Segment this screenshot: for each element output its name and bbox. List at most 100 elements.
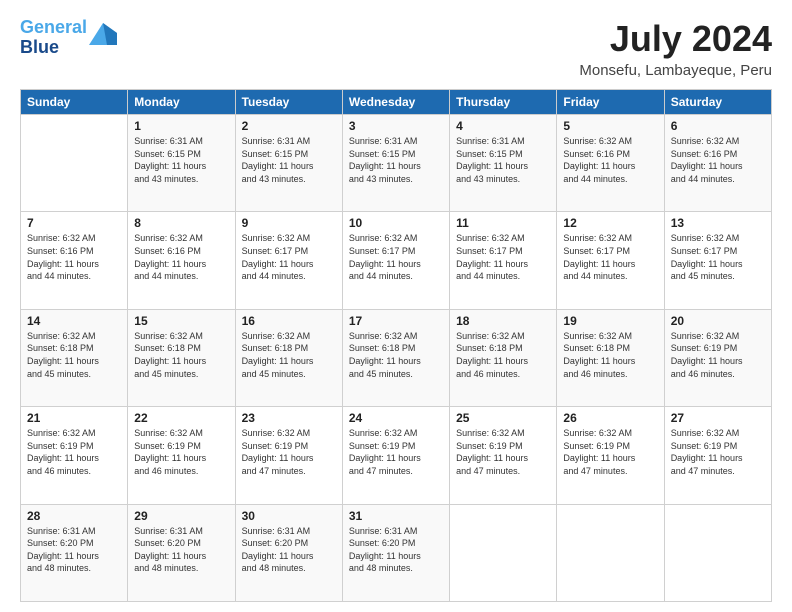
- day-info: Sunrise: 6:32 AM Sunset: 6:19 PM Dayligh…: [27, 427, 121, 477]
- day-info: Sunrise: 6:31 AM Sunset: 6:15 PM Dayligh…: [242, 135, 336, 185]
- day-info: Sunrise: 6:31 AM Sunset: 6:15 PM Dayligh…: [456, 135, 550, 185]
- day-number: 2: [242, 119, 336, 133]
- day-cell: 16 Sunrise: 6:32 AM Sunset: 6:18 PM Dayli…: [235, 309, 342, 406]
- day-info: Sunrise: 6:32 AM Sunset: 6:17 PM Dayligh…: [349, 232, 443, 282]
- day-number: 14: [27, 314, 121, 328]
- day-cell: 21 Sunrise: 6:32 AM Sunset: 6:19 PM Dayli…: [21, 407, 128, 504]
- day-number: 24: [349, 411, 443, 425]
- day-number: 16: [242, 314, 336, 328]
- logo: GeneralBlue: [20, 18, 117, 58]
- day-cell: 18 Sunrise: 6:32 AM Sunset: 6:18 PM Dayli…: [450, 309, 557, 406]
- day-info: Sunrise: 6:32 AM Sunset: 6:17 PM Dayligh…: [456, 232, 550, 282]
- week-row-3: 14 Sunrise: 6:32 AM Sunset: 6:18 PM Dayli…: [21, 309, 772, 406]
- day-info: Sunrise: 6:31 AM Sunset: 6:20 PM Dayligh…: [349, 525, 443, 575]
- day-number: 17: [349, 314, 443, 328]
- day-number: 26: [563, 411, 657, 425]
- day-cell: 23 Sunrise: 6:32 AM Sunset: 6:19 PM Dayli…: [235, 407, 342, 504]
- day-number: 19: [563, 314, 657, 328]
- logo-icon: [89, 23, 117, 45]
- day-info: Sunrise: 6:32 AM Sunset: 6:18 PM Dayligh…: [563, 330, 657, 380]
- day-number: 25: [456, 411, 550, 425]
- day-cell: 15 Sunrise: 6:32 AM Sunset: 6:18 PM Dayli…: [128, 309, 235, 406]
- day-cell: 6Sunrise: 6:32 AM Sunset: 6:16 PM Daylig…: [664, 115, 771, 212]
- day-info: Sunrise: 6:32 AM Sunset: 6:16 PM Dayligh…: [134, 232, 228, 282]
- day-cell: [557, 504, 664, 601]
- col-monday: Monday: [128, 90, 235, 115]
- day-cell: 1 Sunrise: 6:31 AM Sunset: 6:15 PM Daylig…: [128, 115, 235, 212]
- day-info: Sunrise: 6:31 AM Sunset: 6:15 PM Dayligh…: [134, 135, 228, 185]
- day-number: 8: [134, 216, 228, 230]
- week-row-5: 28 Sunrise: 6:31 AM Sunset: 6:20 PM Dayli…: [21, 504, 772, 601]
- day-info: Sunrise: 6:32 AM Sunset: 6:19 PM Dayligh…: [134, 427, 228, 477]
- day-number: 11: [456, 216, 550, 230]
- day-number: 31: [349, 509, 443, 523]
- day-info: Sunrise: 6:32 AM Sunset: 6:18 PM Dayligh…: [456, 330, 550, 380]
- day-number: 4: [456, 119, 550, 133]
- day-info: Sunrise: 6:32 AM Sunset: 6:18 PM Dayligh…: [134, 330, 228, 380]
- day-info: Sunrise: 6:32 AM Sunset: 6:17 PM Dayligh…: [563, 232, 657, 282]
- day-cell: 20 Sunrise: 6:32 AM Sunset: 6:19 PM Dayli…: [664, 309, 771, 406]
- day-cell: 26 Sunrise: 6:32 AM Sunset: 6:19 PM Dayli…: [557, 407, 664, 504]
- day-cell: 13 Sunrise: 6:32 AM Sunset: 6:17 PM Dayli…: [664, 212, 771, 309]
- day-cell: 12 Sunrise: 6:32 AM Sunset: 6:17 PM Dayli…: [557, 212, 664, 309]
- day-info: Sunrise: 6:32 AM Sunset: 6:17 PM Dayligh…: [671, 232, 765, 282]
- day-cell: 8 Sunrise: 6:32 AM Sunset: 6:16 PM Daylig…: [128, 212, 235, 309]
- day-cell: 22 Sunrise: 6:32 AM Sunset: 6:19 PM Dayli…: [128, 407, 235, 504]
- day-number: 15: [134, 314, 228, 328]
- day-number: 20: [671, 314, 765, 328]
- day-info: Sunrise: 6:32 AM Sunset: 6:19 PM Dayligh…: [456, 427, 550, 477]
- day-cell: 19 Sunrise: 6:32 AM Sunset: 6:18 PM Dayli…: [557, 309, 664, 406]
- col-friday: Friday: [557, 90, 664, 115]
- day-cell: [21, 115, 128, 212]
- day-cell: 24 Sunrise: 6:32 AM Sunset: 6:19 PM Dayli…: [342, 407, 449, 504]
- location: Monsefu, Lambayeque, Peru: [579, 62, 772, 79]
- day-number: 10: [349, 216, 443, 230]
- col-wednesday: Wednesday: [342, 90, 449, 115]
- day-info: Sunrise: 6:32 AM Sunset: 6:18 PM Dayligh…: [242, 330, 336, 380]
- day-number: 9: [242, 216, 336, 230]
- day-info: Sunrise: 6:32 AM Sunset: 6:19 PM Dayligh…: [349, 427, 443, 477]
- day-cell: 5 Sunrise: 6:32 AM Sunset: 6:16 PM Daylig…: [557, 115, 664, 212]
- day-number: 12: [563, 216, 657, 230]
- day-number: 5: [563, 119, 657, 133]
- day-cell: 11 Sunrise: 6:32 AM Sunset: 6:17 PM Dayli…: [450, 212, 557, 309]
- day-info: Sunrise: 6:32 AM Sunset: 6:19 PM Dayligh…: [242, 427, 336, 477]
- day-info: Sunrise: 6:32 AM Sunset: 6:18 PM Dayligh…: [27, 330, 121, 380]
- day-cell: 28Sunrise: 6:31 AM Sunset: 6:20 PM Dayli…: [21, 504, 128, 601]
- day-info: Sunrise: 6:32 AM Sunset: 6:19 PM Dayligh…: [671, 427, 765, 477]
- day-number: 7: [27, 216, 121, 230]
- day-info: Sunrise: 6:32 AM Sunset: 6:16 PM Dayligh…: [563, 135, 657, 185]
- day-info: Sunrise: 6:32 AM Sunset: 6:17 PM Dayligh…: [242, 232, 336, 282]
- header-row: Sunday Monday Tuesday Wednesday Thursday…: [21, 90, 772, 115]
- day-cell: 31 Sunrise: 6:31 AM Sunset: 6:20 PM Dayli…: [342, 504, 449, 601]
- day-cell: 9 Sunrise: 6:32 AM Sunset: 6:17 PM Daylig…: [235, 212, 342, 309]
- header: GeneralBlue July 2024 Monsefu, Lambayequ…: [20, 18, 772, 79]
- day-number: 18: [456, 314, 550, 328]
- day-cell: 2 Sunrise: 6:31 AM Sunset: 6:15 PM Daylig…: [235, 115, 342, 212]
- day-number: 13: [671, 216, 765, 230]
- day-info: Sunrise: 6:32 AM Sunset: 6:19 PM Dayligh…: [671, 330, 765, 380]
- col-thursday: Thursday: [450, 90, 557, 115]
- week-row-1: 1 Sunrise: 6:31 AM Sunset: 6:15 PM Daylig…: [21, 115, 772, 212]
- day-number: 21: [27, 411, 121, 425]
- day-cell: 27 Sunrise: 6:32 AM Sunset: 6:19 PM Dayli…: [664, 407, 771, 504]
- day-cell: 7 Sunrise: 6:32 AM Sunset: 6:16 PM Daylig…: [21, 212, 128, 309]
- col-saturday: Saturday: [664, 90, 771, 115]
- day-cell: 30Sunrise: 6:31 AM Sunset: 6:20 PM Dayli…: [235, 504, 342, 601]
- day-info: Sunrise: 6:32 AM Sunset: 6:18 PM Dayligh…: [349, 330, 443, 380]
- day-number: 23: [242, 411, 336, 425]
- day-number: 27: [671, 411, 765, 425]
- day-info: Sunrise: 6:32 AM Sunset: 6:16 PM Dayligh…: [671, 135, 765, 185]
- month-year: July 2024: [579, 18, 772, 60]
- day-number: 1: [134, 119, 228, 133]
- day-cell: [664, 504, 771, 601]
- day-info: Sunrise: 6:31 AM Sunset: 6:20 PM Dayligh…: [242, 525, 336, 575]
- day-number: 22: [134, 411, 228, 425]
- day-cell: 25 Sunrise: 6:32 AM Sunset: 6:19 PM Dayli…: [450, 407, 557, 504]
- day-number: 28: [27, 509, 121, 523]
- title-block: July 2024 Monsefu, Lambayeque, Peru: [579, 18, 772, 79]
- day-cell: 29Sunrise: 6:31 AM Sunset: 6:20 PM Dayli…: [128, 504, 235, 601]
- day-info: Sunrise: 6:32 AM Sunset: 6:16 PM Dayligh…: [27, 232, 121, 282]
- day-info: Sunrise: 6:31 AM Sunset: 6:20 PM Dayligh…: [134, 525, 228, 575]
- day-info: Sunrise: 6:32 AM Sunset: 6:19 PM Dayligh…: [563, 427, 657, 477]
